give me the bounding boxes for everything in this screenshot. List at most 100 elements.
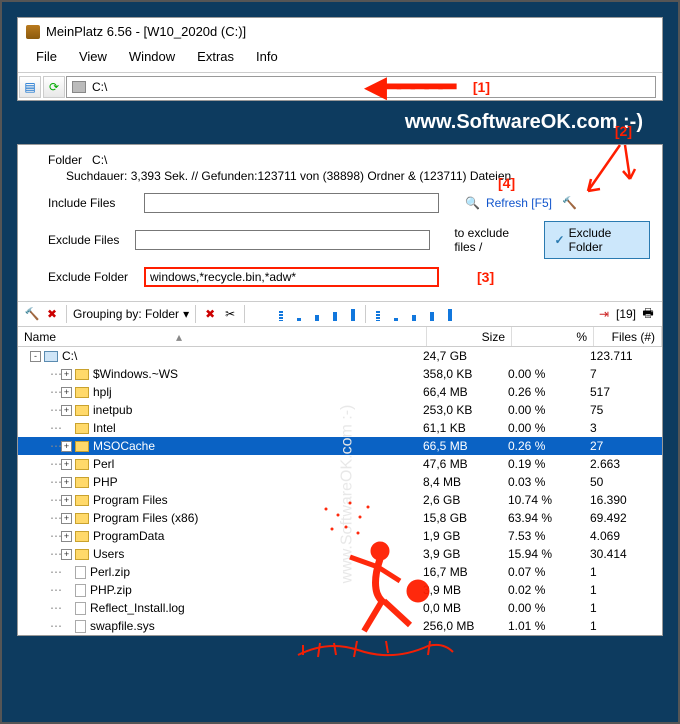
item-name: $Windows.~WS <box>93 367 178 381</box>
table-row[interactable]: ⋯+$Windows.~WS358,0 KB0.00 %7 <box>18 365 662 383</box>
item-files: 75 <box>590 403 658 417</box>
table-row[interactable]: ⋯PHP.zip3,9 MB0.02 %1 <box>18 581 662 599</box>
menu-bar: File View Window Extras Info <box>18 45 662 72</box>
menu-file[interactable]: File <box>26 47 67 66</box>
hammer-icon[interactable]: 🔨 <box>562 196 577 210</box>
expand-icon[interactable]: + <box>61 459 72 470</box>
table-row[interactable]: ⋯+Perl47,6 MB0.19 %2.663 <box>18 455 662 473</box>
item-size: 61,1 KB <box>423 421 508 435</box>
expand-icon[interactable]: + <box>61 549 72 560</box>
expand-icon[interactable]: + <box>61 477 72 488</box>
header-size[interactable]: Size <box>427 327 512 346</box>
item-name: Program Files (x86) <box>93 511 198 525</box>
exclude-files-input[interactable] <box>135 230 430 250</box>
magnify-icon[interactable]: 🔍 <box>465 196 480 210</box>
fold-icon <box>75 369 89 380</box>
table-row[interactable]: -C:\24,7 GB123.711 <box>18 347 662 365</box>
item-files: 3 <box>590 421 658 435</box>
menu-window[interactable]: Window <box>119 47 185 66</box>
item-files: 1 <box>590 619 658 633</box>
item-percent: 0.00 % <box>508 601 590 615</box>
expand-icon[interactable]: + <box>61 513 72 524</box>
header-files[interactable]: Files (#) <box>594 327 662 346</box>
menu-info[interactable]: Info <box>246 47 288 66</box>
file-icon <box>75 584 86 597</box>
exclude-folder-button[interactable]: Exclude Folder <box>544 221 650 259</box>
annotation-marker-1: [1] <box>473 79 490 95</box>
fold-icon <box>75 423 89 434</box>
header-name[interactable]: Name▴ <box>18 327 427 346</box>
item-percent: 0.03 % <box>508 475 590 489</box>
address-bar[interactable]: C:\ ◀━━━━━ [1] <box>66 76 656 98</box>
item-files: 123.711 <box>590 349 658 363</box>
item-size: 47,6 MB <box>423 457 508 471</box>
filter-panel: Folder C:\ Suchdauer: 3,393 Sek. // Gefu… <box>18 145 662 301</box>
grid-body: -C:\24,7 GB123.711⋯+$Windows.~WS358,0 KB… <box>18 347 662 635</box>
export-icon[interactable]: ⇥ <box>596 306 612 322</box>
item-files: 1 <box>590 565 658 579</box>
table-row[interactable]: ⋯Intel61,1 KB0.00 %3 <box>18 419 662 437</box>
item-percent: 0.00 % <box>508 421 590 435</box>
tool-icon-1[interactable]: 🔨 <box>24 306 40 322</box>
toolbar-refresh-icon[interactable]: ⟳ <box>43 76 65 98</box>
fold-icon <box>75 387 89 398</box>
grid-toolbar: 🔨 ✖ Grouping by: Folder ▾ ✖ ✂ ⇥ [19] 🖶 <box>18 301 662 327</box>
table-row[interactable]: ⋯+inetpub253,0 KB0.00 %75 <box>18 401 662 419</box>
dropdown-icon[interactable]: ▾ <box>183 307 189 321</box>
app-icon <box>26 25 40 39</box>
exclude-folder-label: Exclude Folder <box>48 270 138 284</box>
annotation-marker-2: [2] <box>615 123 632 139</box>
address-toolbar: ▤ ⟳ C:\ ◀━━━━━ [1] <box>18 72 662 100</box>
item-percent: 0.00 % <box>508 403 590 417</box>
expand-icon[interactable]: + <box>61 387 72 398</box>
table-row[interactable]: ⋯Reflect_Install.log0,0 MB0.00 %1 <box>18 599 662 617</box>
include-files-input[interactable] <box>144 193 439 213</box>
item-files: 27 <box>590 439 658 453</box>
item-size: 8,4 MB <box>423 475 508 489</box>
item-size: 2,6 GB <box>423 493 508 507</box>
table-row[interactable]: ⋯+Program Files (x86)15,8 GB63.94 %69.49… <box>18 509 662 527</box>
refresh-link[interactable]: Refresh [F5] <box>486 196 552 210</box>
expand-icon[interactable]: + <box>61 369 72 380</box>
item-files: 517 <box>590 385 658 399</box>
depth-bars[interactable] <box>275 307 359 321</box>
depth-bars-2[interactable] <box>372 307 456 321</box>
expand-icon[interactable]: + <box>61 405 72 416</box>
item-name: Users <box>93 547 124 561</box>
menu-view[interactable]: View <box>69 47 117 66</box>
item-name: ProgramData <box>93 529 164 543</box>
cut-icon[interactable]: ✂ <box>222 306 238 322</box>
item-name: hplj <box>93 385 112 399</box>
table-row[interactable]: ⋯Perl.zip16,7 MB0.07 %1 <box>18 563 662 581</box>
expand-icon[interactable]: + <box>61 531 72 542</box>
item-percent: 0.00 % <box>508 367 590 381</box>
table-row[interactable]: ⋯+Program Files2,6 GB10.74 %16.390 <box>18 491 662 509</box>
item-percent: 15.94 % <box>508 547 590 561</box>
fold-icon <box>75 459 89 470</box>
fold-icon <box>75 477 89 488</box>
annotation-marker-3: [3] <box>477 269 494 285</box>
table-row[interactable]: ⋯+ProgramData1,9 GB7.53 %4.069 <box>18 527 662 545</box>
item-name: swapfile.sys <box>90 619 155 633</box>
tool-icon-2[interactable]: ✖ <box>44 306 60 322</box>
grouping-label[interactable]: Grouping by: Folder <box>73 307 179 321</box>
expand-icon[interactable]: + <box>61 495 72 506</box>
app-window-bottom: [2] Folder C:\ Suchdauer: 3,393 Sek. // … <box>17 144 663 636</box>
menu-extras[interactable]: Extras <box>187 47 244 66</box>
item-name: PHP <box>93 475 118 489</box>
header-percent[interactable]: % <box>512 327 594 346</box>
expand-icon[interactable]: + <box>61 441 72 452</box>
exclude-folder-input[interactable] <box>144 267 439 287</box>
annotation-arrow-1: ◀━━━━━ <box>365 70 453 103</box>
item-size: 15,8 GB <box>423 511 508 525</box>
table-row[interactable]: ⋯+PHP8,4 MB0.03 %50 <box>18 473 662 491</box>
table-row[interactable]: ⋯+MSOCache66,5 MB0.26 %27 <box>18 437 662 455</box>
print-icon[interactable]: 🖶 <box>640 306 656 322</box>
item-size: 358,0 KB <box>423 367 508 381</box>
table-row[interactable]: ⋯+Users3,9 GB15.94 %30.414 <box>18 545 662 563</box>
toolbar-explorer-icon[interactable]: ▤ <box>19 76 41 98</box>
delete-icon[interactable]: ✖ <box>202 306 218 322</box>
expand-icon[interactable]: - <box>30 351 41 362</box>
table-row[interactable]: ⋯swapfile.sys256,0 MB1.01 %1 <box>18 617 662 635</box>
table-row[interactable]: ⋯+hplj66,4 MB0.26 %517 <box>18 383 662 401</box>
